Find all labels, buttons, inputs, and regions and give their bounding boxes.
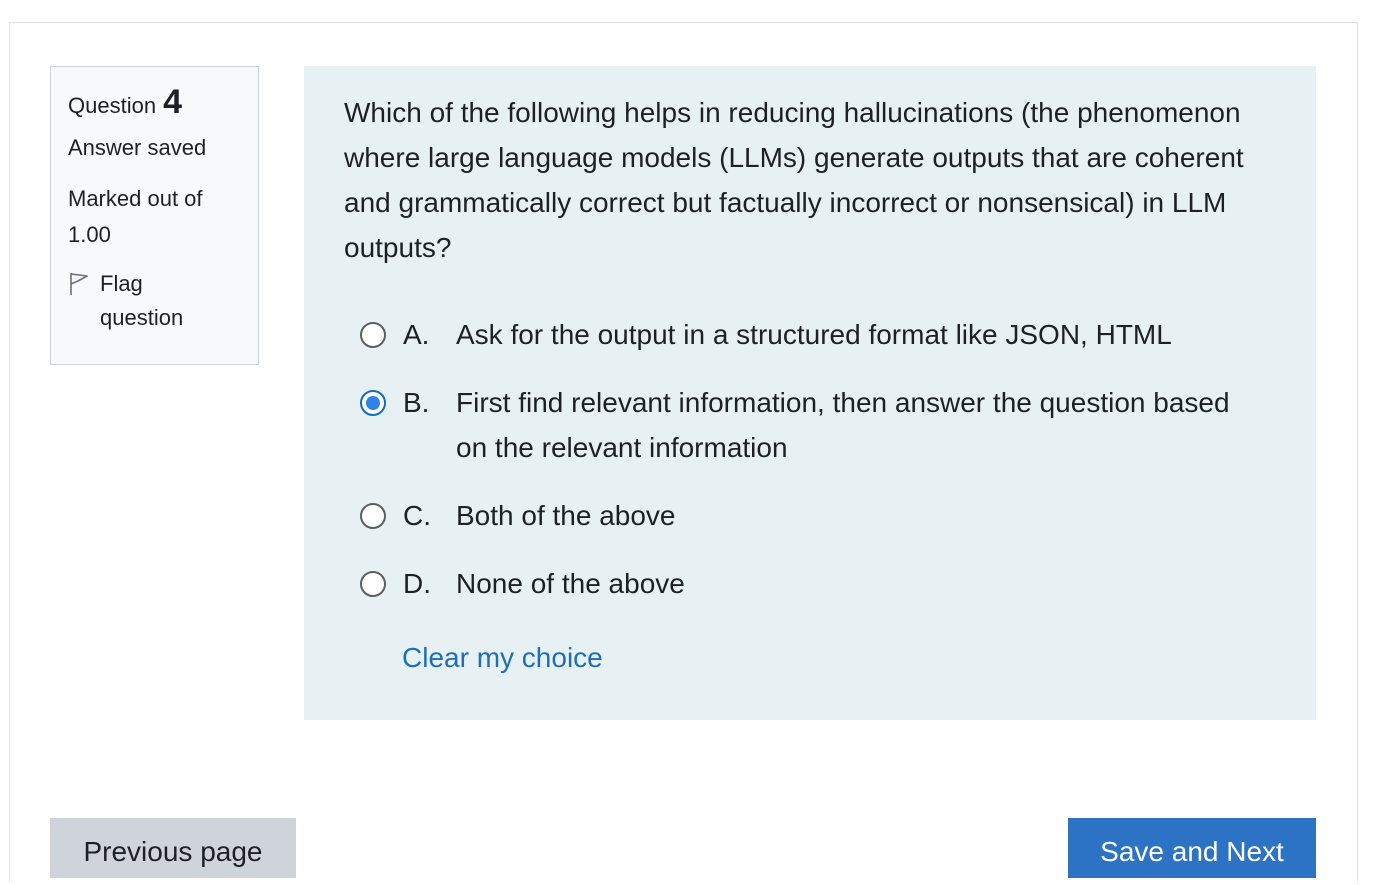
radio-c[interactable]	[360, 503, 386, 529]
grade-value: 1.00	[68, 222, 111, 247]
radio-b[interactable]	[360, 390, 386, 416]
question-text: Which of the following helps in reducing…	[344, 97, 1244, 263]
question-state: Answer saved	[68, 135, 207, 160]
question-formulation: Which of the following helps in reducing…	[304, 66, 1316, 720]
answer-text: None of the above	[456, 568, 685, 599]
answer-text: First find relevant information, then an…	[456, 387, 1230, 463]
question-info-panel: Question 4 Answer saved Marked out of 1.…	[50, 66, 259, 365]
question-number: 4	[163, 83, 182, 121]
save-and-next-button[interactable]: Save and Next	[1068, 818, 1316, 878]
question-label: Question	[68, 93, 157, 118]
question-grade: Marked out of 1.00	[68, 181, 242, 253]
answer-option-b[interactable]: B. First find relevant information, then…	[360, 380, 1280, 493]
answer-list: A. Ask for the output in a structured fo…	[360, 312, 1280, 629]
grade-text: Marked out of	[68, 186, 203, 211]
answer-letter: B.	[403, 387, 430, 418]
question-number-line: Question 4	[68, 85, 242, 125]
flag-outline-icon	[68, 267, 92, 301]
answer-text: Both of the above	[456, 500, 676, 531]
answer-letter: C.	[403, 500, 431, 531]
answer-option-c[interactable]: C. Both of the above	[360, 493, 1280, 561]
clear-choice-link[interactable]: Clear my choice	[402, 636, 603, 680]
flag-question-toggle[interactable]: Flag question	[68, 267, 242, 335]
radio-a[interactable]	[360, 322, 386, 348]
answer-letter: A.	[403, 319, 430, 350]
flag-question-label: Flag question	[100, 271, 184, 330]
radio-d[interactable]	[360, 571, 386, 597]
previous-page-button[interactable]: Previous page	[50, 818, 296, 878]
answer-text: Ask for the output in a structured forma…	[456, 319, 1172, 350]
answer-letter: D.	[403, 568, 431, 599]
answer-option-a[interactable]: A. Ask for the output in a structured fo…	[360, 312, 1280, 380]
answer-option-d[interactable]: D. None of the above	[360, 561, 1280, 629]
